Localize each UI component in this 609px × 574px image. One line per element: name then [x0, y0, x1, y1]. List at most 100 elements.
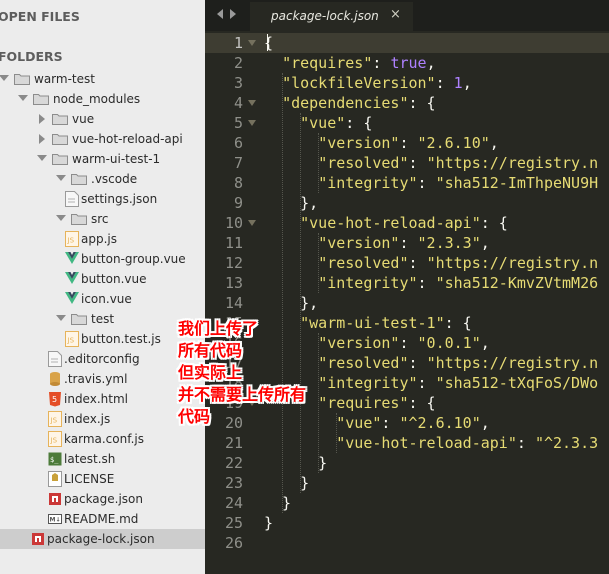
disclosure-open-icon[interactable]: [0, 75, 9, 81]
line-number: 23: [224, 474, 243, 492]
tree-folder-vue-hot-reload-api[interactable]: vue-hot-reload-api: [0, 129, 205, 149]
code-line[interactable]: 9 },: [205, 193, 609, 213]
line-number: 12: [224, 254, 243, 272]
line-number: 3: [233, 74, 243, 92]
markdown-file-icon: M↓: [48, 511, 62, 527]
tree-file-index-js[interactable]: JS index.js: [0, 409, 205, 429]
tab-package-lock-json[interactable]: package-lock.json ×: [250, 2, 413, 31]
tree-file-index-html[interactable]: 5 index.html: [0, 389, 205, 409]
npm-file-icon: [31, 531, 45, 547]
code-text: "resolved": "https://registry.n: [318, 354, 599, 372]
code-line[interactable]: 2 "requires": true,: [205, 53, 609, 73]
tree-item-label: node_modules: [53, 92, 141, 106]
tree-file-button-test-js[interactable]: JS button.test.js: [0, 329, 205, 349]
tree-folder-src[interactable]: src: [0, 209, 205, 229]
fold-arrow-icon[interactable]: [248, 100, 256, 106]
disclosure-open-icon[interactable]: [56, 215, 66, 221]
tree-file-settings-json[interactable]: settings.json: [0, 189, 205, 209]
tree-item-label: package-lock.json: [47, 532, 155, 546]
code-line[interactable]: 5 "vue": {: [205, 113, 609, 133]
file-icon: [48, 351, 62, 367]
code-line[interactable]: 8 "integrity": "sha512-ImThpeNU9H: [205, 173, 609, 193]
indent-guide: [300, 113, 302, 493]
line-number: 14: [224, 294, 243, 312]
tree-folder-test[interactable]: test: [0, 309, 205, 329]
code-line[interactable]: 3 "lockfileVersion": 1,: [205, 73, 609, 93]
code-line[interactable]: 14 },: [205, 293, 609, 313]
tree-folder-warm-ui-test-1[interactable]: warm-ui-test-1: [0, 149, 205, 169]
code-line[interactable]: 13 "integrity": "sha512-KmvZVtmM26: [205, 273, 609, 293]
tree-file-readme-md[interactable]: M↓ README.md: [0, 509, 205, 529]
tree-folder-vscode[interactable]: .vscode: [0, 169, 205, 189]
disclosure-closed-icon[interactable]: [39, 114, 45, 124]
tree-item-label: README.md: [64, 512, 139, 526]
folder-icon: [52, 133, 68, 145]
disclosure-open-icon[interactable]: [56, 315, 66, 321]
code-line[interactable]: 23 }: [205, 473, 609, 493]
indent-guide: [282, 73, 284, 513]
code-line[interactable]: 7 "resolved": "https://registry.n: [205, 153, 609, 173]
code-line[interactable]: 11 "version": "2.3.3",: [205, 233, 609, 253]
tab-title: package-lock.json: [271, 9, 379, 23]
tree-folder-warm-test[interactable]: warm-test: [0, 69, 205, 89]
code-line[interactable]: 12 "resolved": "https://registry.n: [205, 253, 609, 273]
tree-file-icon-vue[interactable]: icon.vue: [0, 289, 205, 309]
folder-open-icon: [71, 213, 87, 225]
annotation-line: 并不需要上传所有: [178, 385, 307, 404]
folder-open-icon: [71, 173, 87, 185]
tree-file-package-lock-json[interactable]: package-lock.json: [0, 529, 205, 549]
tree-file-karma-conf-js[interactable]: JS karma.conf.js: [0, 429, 205, 449]
tree-file-button-group-vue[interactable]: button-group.vue: [0, 249, 205, 269]
svg-text:JS: JS: [67, 237, 75, 245]
svg-text:M↓: M↓: [50, 517, 61, 524]
tree-item-label: app.js: [81, 232, 117, 246]
disclosure-closed-icon[interactable]: [39, 134, 45, 144]
tree-item-label: .vscode: [91, 172, 138, 186]
tree-file-button-vue[interactable]: button.vue: [0, 269, 205, 289]
tree-folder-vue[interactable]: vue: [0, 109, 205, 129]
tree-file-license[interactable]: LICENSE: [0, 469, 205, 489]
code-line[interactable]: 1{: [205, 33, 609, 53]
tree-file-package-json[interactable]: package.json: [0, 489, 205, 509]
fold-arrow-icon[interactable]: [248, 40, 256, 46]
fold-arrow-icon[interactable]: [248, 120, 256, 126]
code-text: {: [264, 34, 274, 52]
code-line[interactable]: 6 "version": "2.6.10",: [205, 133, 609, 153]
tree-file-travis-yml[interactable]: .travis.yml: [0, 369, 205, 389]
json-file-icon: [65, 191, 79, 207]
annotation-line: 代码: [178, 407, 211, 426]
fold-arrow-icon[interactable]: [248, 220, 256, 226]
line-number: 21: [224, 434, 243, 452]
tree-item-label: index.html: [64, 392, 128, 406]
tree-file-latest-sh[interactable]: $_ latest.sh: [0, 449, 205, 469]
close-icon[interactable]: ×: [390, 7, 401, 22]
code-line[interactable]: 4 "dependencies": {: [205, 93, 609, 113]
tree-item-label: latest.sh: [64, 452, 116, 466]
code-line[interactable]: 25}: [205, 513, 609, 533]
tree-folder-node-modules[interactable]: node_modules: [0, 89, 205, 109]
disclosure-open-icon[interactable]: [37, 155, 47, 161]
next-tab-arrow-icon[interactable]: [230, 9, 236, 19]
code-line[interactable]: 21 "vue-hot-reload-api": "^2.3.3: [205, 433, 609, 453]
tree-file-app-js[interactable]: JS app.js: [0, 229, 205, 249]
code-line[interactable]: 24 }: [205, 493, 609, 513]
sidebar: OPEN FILES FOLDERS warm-test node_modules…: [0, 0, 205, 574]
code-line[interactable]: 22 }: [205, 453, 609, 473]
indent-guide: [318, 133, 320, 193]
disclosure-open-icon[interactable]: [56, 175, 66, 181]
tree-item-label: settings.json: [81, 192, 158, 206]
code-line[interactable]: 26: [205, 533, 609, 553]
line-number: 11: [224, 234, 243, 252]
code-editor[interactable]: 1{2 "requires": true, 3 "lockfileVersion"…: [205, 31, 609, 574]
line-number: 6: [233, 134, 243, 152]
disclosure-open-icon[interactable]: [18, 95, 28, 101]
open-files-header[interactable]: OPEN FILES: [0, 9, 80, 24]
svg-text:JS: JS: [50, 437, 58, 445]
folders-header[interactable]: FOLDERS: [0, 49, 63, 64]
folder-icon: [52, 113, 68, 125]
previous-tab-arrow-icon[interactable]: [217, 9, 223, 19]
tree-item-label: warm-test: [34, 72, 95, 86]
tree-file-editorconfig[interactable]: .editorconfig: [0, 349, 205, 369]
code-line[interactable]: 10 "vue-hot-reload-api": {: [205, 213, 609, 233]
folder-open-icon: [14, 73, 30, 85]
